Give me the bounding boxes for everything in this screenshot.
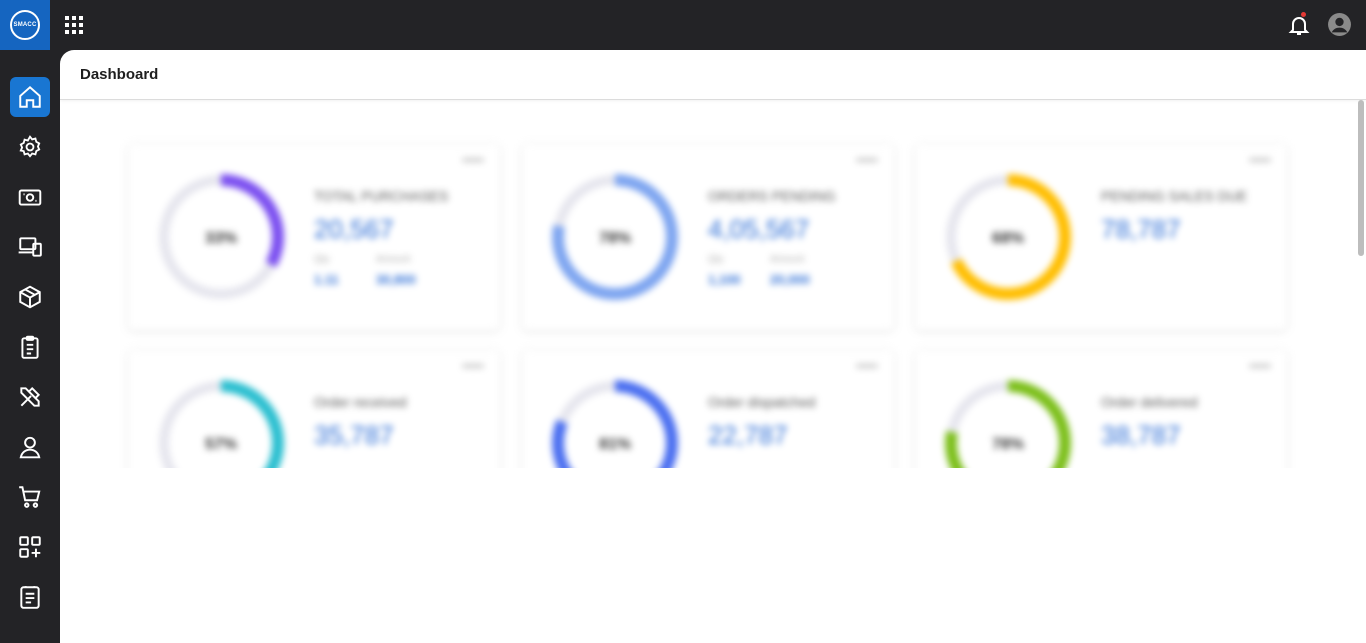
settings-icon — [19, 135, 41, 158]
add-widget-icon — [19, 536, 41, 558]
sidebar-item-home[interactable] — [10, 77, 50, 117]
card-sub-value: 30,800 — [376, 272, 416, 287]
sidebar-item-cart[interactable] — [10, 477, 50, 517]
progress-donut: 68% — [945, 174, 1071, 300]
logo-text: SMACC — [10, 10, 40, 40]
donut-percent: 81% — [599, 436, 631, 453]
user-account-icon[interactable] — [1327, 12, 1352, 37]
main-panel: Dashboard 33% TOTAL PURCHASES 20,567 Qty 1.1… — [60, 50, 1366, 643]
card-value: 22,787 — [708, 420, 788, 450]
card-sub-value: 1,100 — [708, 272, 741, 287]
stat-card[interactable]: 57% Order received 35,787 — [128, 350, 500, 468]
card-sub-value: 20,000 — [770, 272, 810, 287]
person-icon — [19, 436, 41, 459]
sidebar-item-settings[interactable] — [10, 127, 50, 167]
card-title: Order received — [314, 394, 407, 410]
notification-dot — [1301, 12, 1306, 17]
card-value: 35,787 — [314, 420, 394, 450]
card-menu-button[interactable] — [462, 158, 484, 162]
sidebar-item-report[interactable] — [10, 577, 50, 617]
card-sub-label: Qty — [708, 254, 724, 265]
dashboard-content: 33% TOTAL PURCHASES 20,567 Qty 1.11 Amount 30,… — [60, 100, 1356, 468]
page-header: Dashboard — [60, 50, 1366, 100]
progress-donut: 81% — [552, 380, 678, 468]
stat-card[interactable]: 68% PENDING SALES DUE 78,787 — [915, 144, 1287, 330]
sidebar-item-tools[interactable] — [10, 377, 50, 417]
card-value: 20,567 — [314, 214, 394, 244]
card-menu-button[interactable] — [1249, 364, 1271, 368]
stat-card[interactable]: 33% TOTAL PURCHASES 20,567 Qty 1.11 Amount 30,… — [128, 144, 500, 330]
bell-icon[interactable] — [1287, 13, 1311, 37]
card-sub-label: Qty — [314, 254, 330, 265]
grid-apps-icon[interactable] — [64, 15, 84, 35]
clipboard-icon — [21, 335, 39, 359]
package-icon — [19, 285, 41, 309]
card-menu-button[interactable] — [1249, 158, 1271, 162]
report-icon — [20, 586, 40, 609]
card-menu-button[interactable] — [856, 158, 878, 162]
sidebar-item-package[interactable] — [10, 277, 50, 317]
card-value: 4,05,567 — [708, 214, 810, 244]
stat-card[interactable]: 81% Order dispatched 22,787 — [522, 350, 894, 468]
top-bar: SMACC — [0, 0, 1366, 50]
devices-icon — [18, 237, 42, 257]
sidebar-item-clipboard[interactable] — [10, 327, 50, 367]
cart-icon — [19, 486, 41, 508]
donut-percent: 68% — [992, 230, 1024, 247]
donut-percent: 33% — [205, 230, 237, 247]
card-title: Order delivered — [1101, 394, 1198, 410]
progress-donut: 57% — [158, 380, 284, 468]
card-sub-label: Amount — [376, 254, 411, 265]
card-title: PENDING SALES DUE — [1101, 188, 1248, 204]
donut-percent: 78% — [992, 436, 1024, 453]
card-title: TOTAL PURCHASES — [314, 188, 449, 204]
stat-card[interactable]: 78% Order delivered 38,787 — [915, 350, 1287, 468]
cash-icon — [18, 189, 42, 206]
card-menu-button[interactable] — [462, 364, 484, 368]
sidebar — [0, 50, 60, 643]
progress-donut: 78% — [552, 174, 678, 300]
home-icon — [19, 85, 41, 108]
stat-cards: 33% TOTAL PURCHASES 20,567 Qty 1.11 Amount 30,… — [60, 100, 1356, 468]
card-sub-value: 1.11 — [314, 272, 339, 287]
sidebar-item-cash[interactable] — [10, 177, 50, 217]
card-value: 38,787 — [1101, 420, 1181, 450]
card-sub-label: Amount — [770, 254, 805, 265]
card-title: Order dispatched — [708, 394, 816, 410]
progress-donut: 33% — [158, 174, 284, 300]
sidebar-item-add-widget[interactable] — [10, 527, 50, 567]
tools-icon — [20, 386, 41, 407]
stat-card[interactable]: 78% ORDERS PENDING 4,05,567 Qty 1,100 Amount 2… — [522, 144, 894, 330]
page-title: Dashboard — [80, 66, 159, 83]
sidebar-item-devices[interactable] — [10, 227, 50, 267]
card-menu-button[interactable] — [856, 364, 878, 368]
sidebar-item-person[interactable] — [10, 427, 50, 467]
card-value: 78,787 — [1101, 214, 1181, 244]
card-title: ORDERS PENDING — [708, 188, 836, 204]
progress-donut: 78% — [945, 380, 1071, 468]
donut-percent: 78% — [599, 230, 631, 247]
app-logo[interactable]: SMACC — [0, 0, 50, 50]
donut-percent: 57% — [205, 436, 237, 453]
scrollbar[interactable] — [1358, 100, 1364, 256]
